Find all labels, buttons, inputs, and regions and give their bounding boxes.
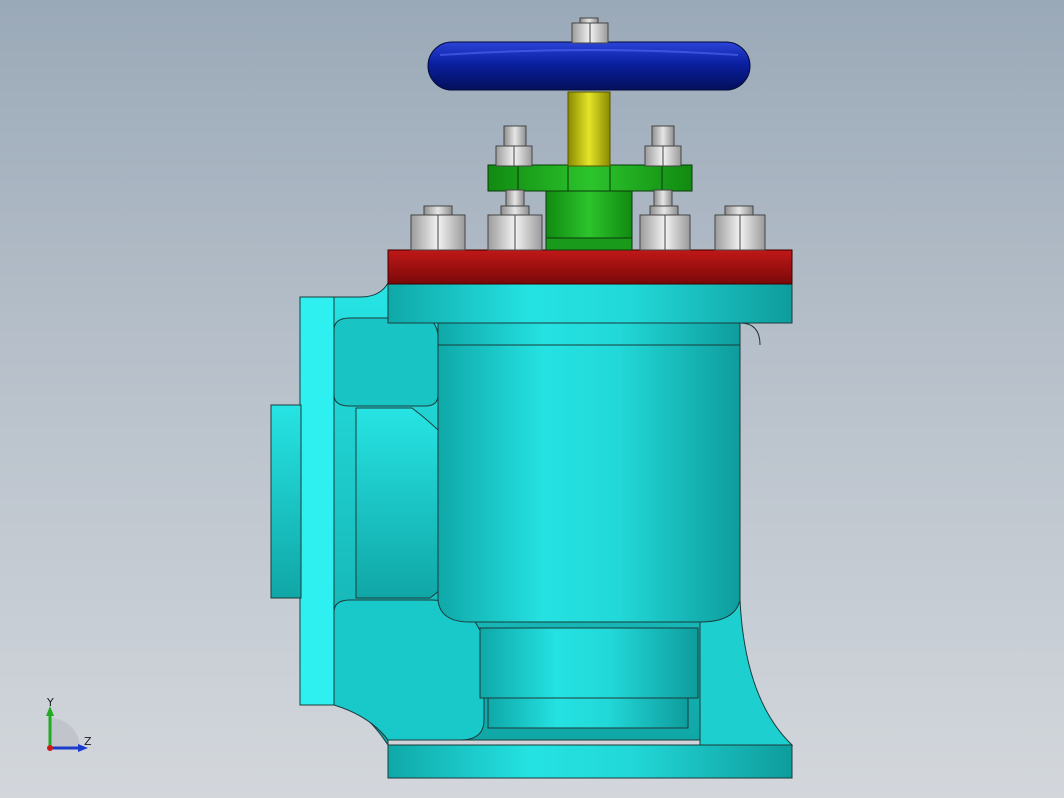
gland-flange[interactable]: [487, 164, 693, 192]
handwheel[interactable]: [427, 41, 751, 91]
body-right-web[interactable]: [699, 599, 794, 746]
handwheel-nut[interactable]: [571, 17, 609, 44]
bonnet-bolt-4[interactable]: [714, 205, 766, 251]
valve-stem[interactable]: [567, 91, 611, 167]
bonnet-bolt-2[interactable]: [487, 205, 543, 251]
gland-collar: [545, 237, 633, 251]
bonnet-bolt-1[interactable]: [410, 205, 466, 251]
valve-model[interactable]: Y Z: [0, 0, 1064, 798]
body-recess-upper: [333, 317, 439, 407]
gland-body[interactable]: [545, 188, 633, 242]
gland-bolt-left[interactable]: [495, 125, 533, 167]
coordinate-triad-icon: Y Z: [46, 696, 92, 752]
valve-body[interactable]: [270, 281, 794, 779]
bonnet-flange[interactable]: [387, 249, 793, 285]
body-top-flange[interactable]: [387, 282, 793, 324]
inlet-nozzle[interactable]: [270, 404, 302, 599]
outlet-step-2[interactable]: [487, 697, 689, 729]
body-cylinder[interactable]: [437, 322, 741, 623]
gland-bolt-right[interactable]: [644, 125, 682, 167]
triad-y-label: Y: [46, 696, 54, 709]
triad-z-label: Z: [84, 735, 92, 748]
inlet-flange-face[interactable]: [299, 296, 335, 706]
outlet-step-1[interactable]: [479, 627, 699, 699]
outlet-flange[interactable]: [387, 744, 793, 779]
bonnet-bolt-3[interactable]: [639, 205, 691, 251]
graphics-viewport[interactable]: Y Z: [0, 0, 1064, 798]
